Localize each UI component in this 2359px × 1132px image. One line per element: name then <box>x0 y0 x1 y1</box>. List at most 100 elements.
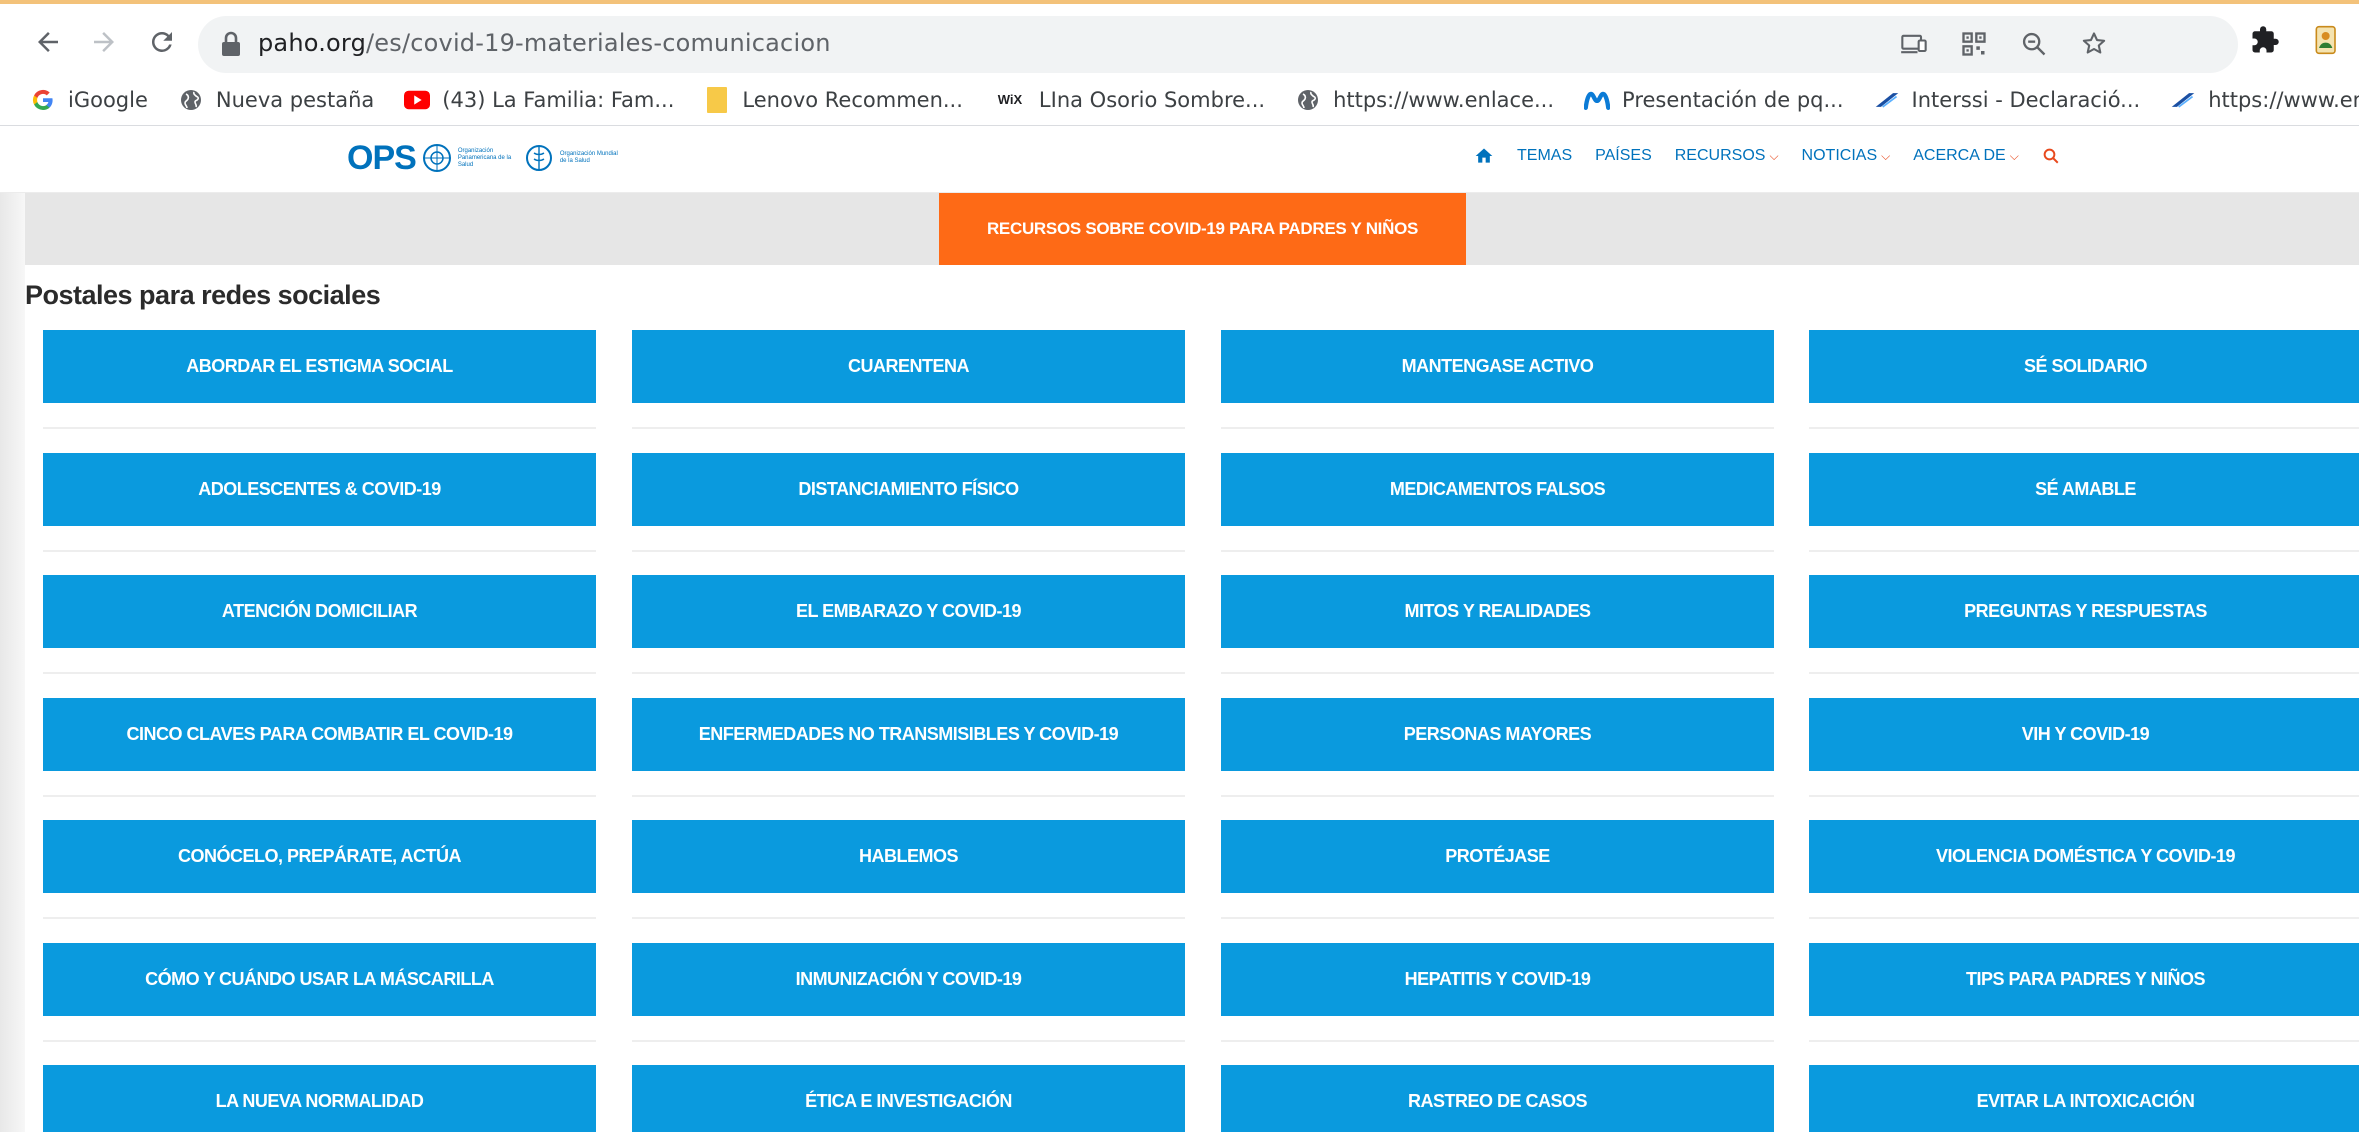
back-button[interactable] <box>24 18 72 66</box>
interssi-icon <box>2170 87 2196 113</box>
postcard-button[interactable]: CONÓCELO, PREPÁRATE, ACTÚA <box>43 820 596 893</box>
bookmark-item[interactable]: https://www.enlace... <box>1295 80 1554 120</box>
home-link[interactable] <box>1474 146 1494 166</box>
bookmarks-bar: iGoogle Nueva pestaña (43) La Familia: F… <box>0 74 2359 126</box>
forward-button[interactable] <box>80 18 128 66</box>
postcard-button[interactable]: ABORDAR EL ESTIGMA SOCIAL <box>43 330 596 403</box>
postcard-button[interactable]: CINCO CLAVES PARA COMBATIR EL COVID-19 <box>43 698 596 771</box>
postcard-button[interactable]: PERSONAS MAYORES <box>1221 698 1774 771</box>
postcard-button[interactable]: ADOLESCENTES & COVID-19 <box>43 453 596 526</box>
postcard-button[interactable]: ATENCIÓN DOMICILIAR <box>43 575 596 648</box>
page-edge-shadow <box>0 127 25 1132</box>
ops-logo[interactable]: OPS Organización Panamericana de la Salu… <box>347 141 620 175</box>
postcard-button[interactable]: TIPS PARA PADRES Y NIÑOS <box>1809 943 2359 1016</box>
search-button[interactable] <box>2042 147 2060 165</box>
postcard-button[interactable]: CÓMO Y CUÁNDO USAR LA MÁSCARILLA <box>43 943 596 1016</box>
qr-code-icon[interactable] <box>1958 28 1990 60</box>
nav-acerca[interactable]: ACERCA DE ⌵ <box>1913 147 2019 165</box>
bookmark-item[interactable]: WiX LIna Osorio Sombre... <box>993 80 1265 120</box>
extensions-puzzle-icon[interactable] <box>2245 20 2285 60</box>
bookmark-item[interactable]: Lenovo Recommen... <box>704 80 963 120</box>
nav-acerca-label: ACERCA DE <box>1913 147 2006 164</box>
postcard-button[interactable]: MITOS Y REALIDADES <box>1221 575 1774 648</box>
nav-noticias[interactable]: NOTICIAS ⌵ <box>1802 147 1891 165</box>
card-divider <box>1221 550 1774 552</box>
postcard-button[interactable]: CUARENTENA <box>632 330 1185 403</box>
profile-avatar-icon[interactable] <box>2307 20 2347 60</box>
postcard-button[interactable]: PROTÉJASE <box>1221 820 1774 893</box>
install-app-icon[interactable] <box>1898 28 1930 60</box>
postcard-button[interactable]: DISTANCIAMIENTO FÍSICO <box>632 453 1185 526</box>
postcard-button[interactable]: RASTREO DE CASOS <box>1221 1065 1774 1132</box>
bookmark-item[interactable]: (43) La Familia: Fam... <box>404 80 674 120</box>
card-divider <box>43 1040 596 1042</box>
address-bar[interactable]: paho.org/es/covid-19-materiales-comunica… <box>198 16 2238 73</box>
bookmark-label: (43) La Familia: Fam... <box>442 87 675 112</box>
reload-button[interactable] <box>138 18 186 66</box>
card-divider <box>632 550 1185 552</box>
postcard-button[interactable]: MEDICAMENTOS FALSOS <box>1221 453 1774 526</box>
postcard-button[interactable]: LA NUEVA NORMALIDAD <box>43 1065 596 1132</box>
globe-icon <box>1295 87 1321 113</box>
bookmark-label: iGoogle <box>68 87 148 112</box>
postcard-button[interactable]: SÉ SOLIDARIO <box>1809 330 2359 403</box>
bookmark-item[interactable]: Presentación de pq... <box>1584 80 1844 120</box>
card-divider <box>43 550 596 552</box>
interssi-icon <box>1874 87 1900 113</box>
bookmark-folder-icon <box>704 86 730 113</box>
card-divider <box>1221 795 1774 797</box>
bookmark-label: https://www.enlace... <box>1333 87 1555 112</box>
bookmark-label: Lenovo Recommen... <box>742 87 963 112</box>
card-divider <box>1809 917 2359 919</box>
arrow-right-icon <box>94 32 114 52</box>
postcard-button[interactable]: EL EMBARAZO Y COVID-19 <box>632 575 1185 648</box>
postcard-button[interactable]: INMUNIZACIÓN Y COVID-19 <box>632 943 1185 1016</box>
globe-icon <box>178 87 204 113</box>
card-divider <box>1809 795 2359 797</box>
bookmark-label: Presentación de pq... <box>1622 87 1844 112</box>
postcard-button[interactable]: VIOLENCIA DOMÉSTICA Y COVID-19 <box>1809 820 2359 893</box>
bookmark-item[interactable]: Interssi - Declaració... <box>1874 80 2140 120</box>
card-divider <box>632 1040 1185 1042</box>
nav-temas[interactable]: TEMAS <box>1517 147 1572 165</box>
postcard-button[interactable]: MANTENGASE ACTIVO <box>1221 330 1774 403</box>
bookmark-item[interactable]: iGoogle <box>30 80 148 120</box>
postcard-button[interactable]: VIH Y COVID-19 <box>1809 698 2359 771</box>
url-host: paho.org <box>258 29 367 57</box>
postcard-button[interactable]: ÉTICA E INVESTIGACIÓN <box>632 1065 1185 1132</box>
bookmark-label: https://www.enlace... <box>2208 87 2359 112</box>
nav-recursos[interactable]: RECURSOS ⌵ <box>1675 147 1779 165</box>
card-divider <box>1809 1040 2359 1042</box>
postcard-button[interactable]: EVITAR LA INTOXICACIÓN <box>1809 1065 2359 1132</box>
postcard-button[interactable]: HABLEMOS <box>632 820 1185 893</box>
browser-toolbar: paho.org/es/covid-19-materiales-comunica… <box>0 0 2359 83</box>
nav-recursos-label: RECURSOS <box>1674 147 1766 164</box>
covid-parents-children-button[interactable]: RECURSOS SOBRE COVID-19 PARA PADRES Y NI… <box>939 193 1466 265</box>
bookmark-star-icon[interactable] <box>2078 28 2110 60</box>
postcard-button[interactable]: ENFERMEDADES NO TRANSMISIBLES Y COVID-19 <box>632 698 1185 771</box>
reload-icon <box>151 31 172 52</box>
postcard-button[interactable]: PREGUNTAS Y RESPUESTAS <box>1809 575 2359 648</box>
chevron-down-icon: ⌵ <box>1769 148 1779 163</box>
nav-noticias-label: NOTICIAS <box>1801 147 1878 164</box>
search-icon <box>2043 148 2059 164</box>
postcard-button[interactable]: SÉ AMABLE <box>1809 453 2359 526</box>
card-divider <box>1221 427 1774 429</box>
card-divider <box>632 672 1185 674</box>
bookmark-item[interactable]: https://www.enlace... <box>2170 80 2359 120</box>
arrow-left-icon <box>38 32 58 52</box>
youtube-icon <box>404 87 431 113</box>
banner-strip: RECURSOS SOBRE COVID-19 PARA PADRES Y NI… <box>25 193 2359 265</box>
logo-org-paho: Organización Panamericana de la Salud <box>457 147 512 168</box>
zoom-out-icon[interactable] <box>2018 28 2050 60</box>
bookmark-label: LIna Osorio Sombre... <box>1038 87 1266 112</box>
logo-org-who: Organización Mundial de la Salud <box>559 151 618 164</box>
bookmark-item[interactable]: Nueva pestaña <box>178 80 374 120</box>
postcard-button[interactable]: HEPATITIS Y COVID-19 <box>1221 943 1774 1016</box>
card-divider <box>43 917 596 919</box>
site-header: OPS Organización Panamericana de la Salu… <box>0 127 2359 193</box>
card-divider <box>1221 672 1774 674</box>
who-emblem-icon <box>525 145 552 171</box>
url-text: paho.org/es/covid-19-materiales-comunica… <box>258 29 831 57</box>
nav-paises[interactable]: PAÍSES <box>1595 147 1652 165</box>
